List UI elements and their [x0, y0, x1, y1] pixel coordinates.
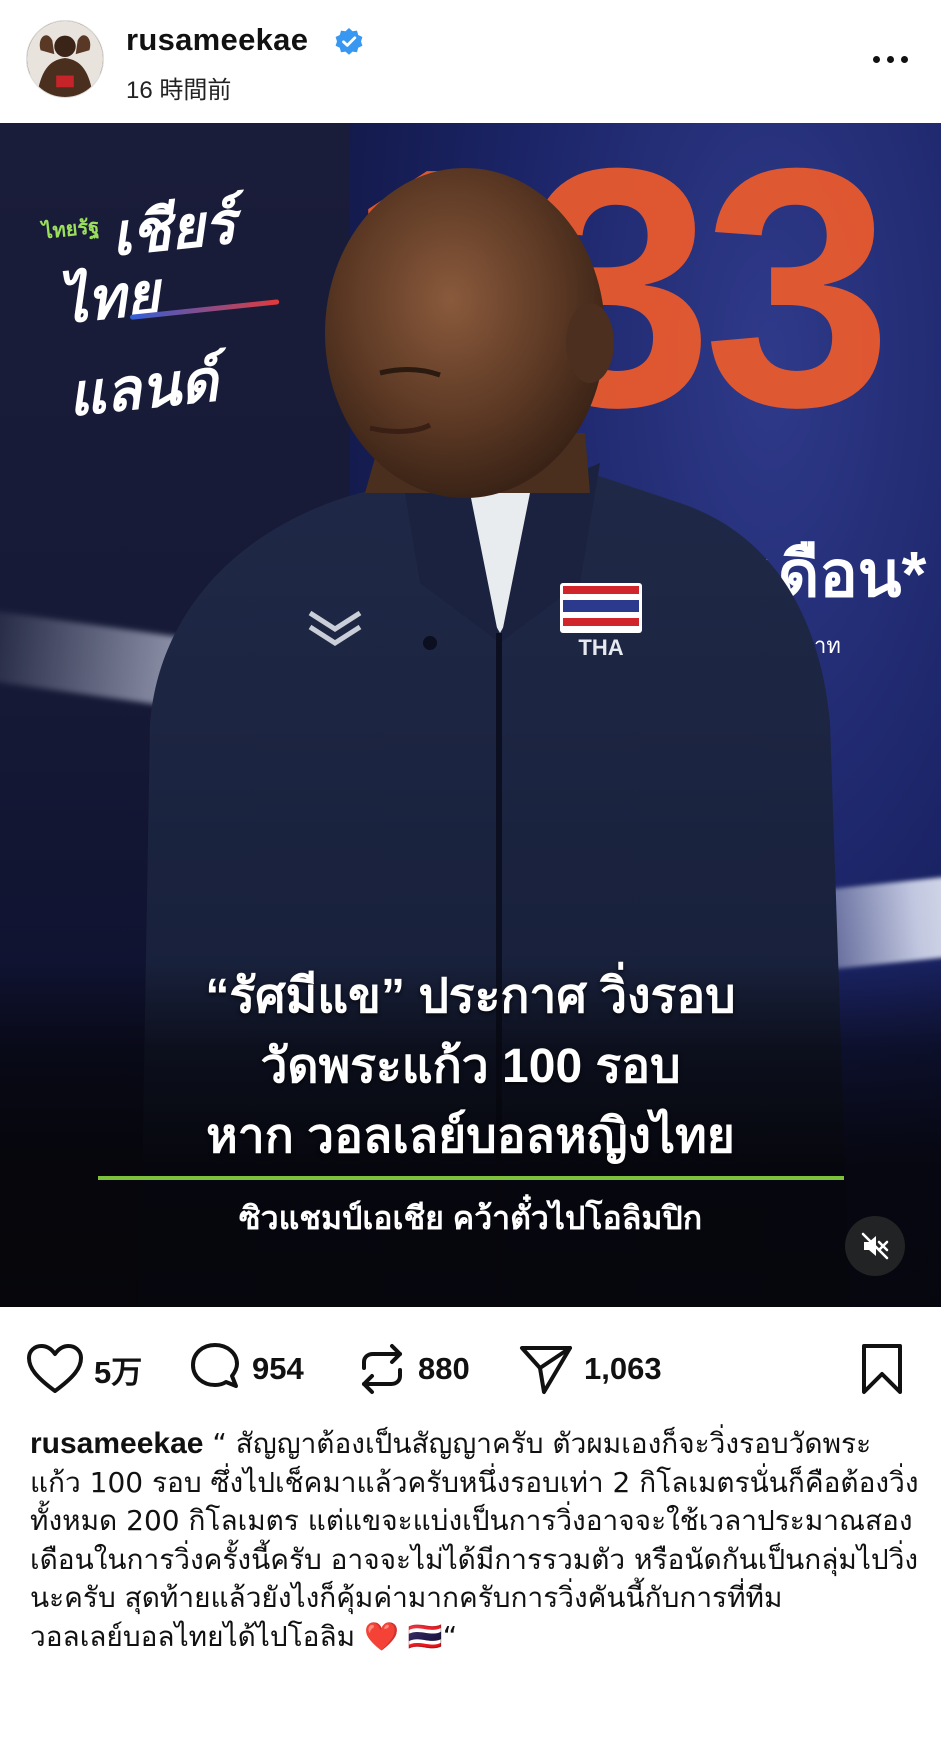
heart-emoji: ❤️ — [364, 1619, 399, 1653]
caption-closing-quote: “ — [442, 1619, 458, 1653]
comment-bubble-icon — [191, 1343, 239, 1388]
caption-text: “ สัญญาต้องเป็นสัญญาครับ ตัวผมเองก็จะวิ่… — [30, 1427, 919, 1653]
repost-count: 880 — [418, 1351, 470, 1386]
video-caption-line1: “รัศมีแข” ประกาศ วิ่งรอบ — [205, 970, 736, 1023]
heart-icon — [27, 1344, 83, 1393]
avatar-image — [27, 21, 103, 97]
bookmark-icon — [862, 1344, 902, 1394]
caption-author[interactable]: rusameekae — [30, 1427, 203, 1460]
like-count: 5万 — [94, 1354, 143, 1390]
logo-small-text: ไทยรัฐ — [41, 215, 101, 244]
post-actions-bar: 5万 954 880 1,063 — [0, 1307, 941, 1427]
repost-icon — [362, 1344, 402, 1394]
share-button[interactable]: 1,063 — [518, 1339, 662, 1399]
jacket-patch-text: THA — [578, 635, 623, 660]
post-header: rusameekae 16 時間前 — [0, 0, 941, 123]
share-count: 1,063 — [584, 1351, 662, 1386]
thai-flag-emoji: 🇹🇭 — [407, 1619, 443, 1653]
paper-plane-icon — [520, 1346, 572, 1394]
video-caption-line3: หาก วอลเลย์บอลหญิงไทย — [206, 1110, 735, 1163]
post-timestamp: 16 時間前 — [126, 77, 232, 104]
video-caption-line2: วัดพระแก้ว 100 รอบ — [260, 1040, 681, 1093]
video-caption-subline: ซิวแชมป์เอเชีย คว้าตั๋วไปโอลิมปิก — [238, 1200, 703, 1236]
save-button[interactable] — [858, 1339, 906, 1399]
like-button[interactable]: 5万 — [26, 1339, 142, 1399]
comment-count: 954 — [252, 1351, 304, 1386]
username[interactable]: rusameekae — [126, 22, 308, 58]
verified-badge-icon — [335, 28, 363, 55]
caption-divider — [98, 1176, 844, 1180]
mute-toggle-button[interactable] — [845, 1216, 905, 1276]
avatar[interactable] — [26, 20, 104, 98]
more-options-icon[interactable] — [866, 44, 914, 74]
post-media-video[interactable]: 133 าท/เดือน* บาท ไทยรัฐ เชียร์ ไทยแลนด์ — [0, 123, 941, 1307]
speaker-muted-icon — [861, 1232, 889, 1260]
post-caption: rusameekae “ สัญญาต้องเป็นสัญญาครับ ตัวผ… — [30, 1425, 920, 1656]
comment-button[interactable]: 954 — [188, 1339, 304, 1399]
repost-button[interactable]: 880 — [356, 1339, 470, 1399]
